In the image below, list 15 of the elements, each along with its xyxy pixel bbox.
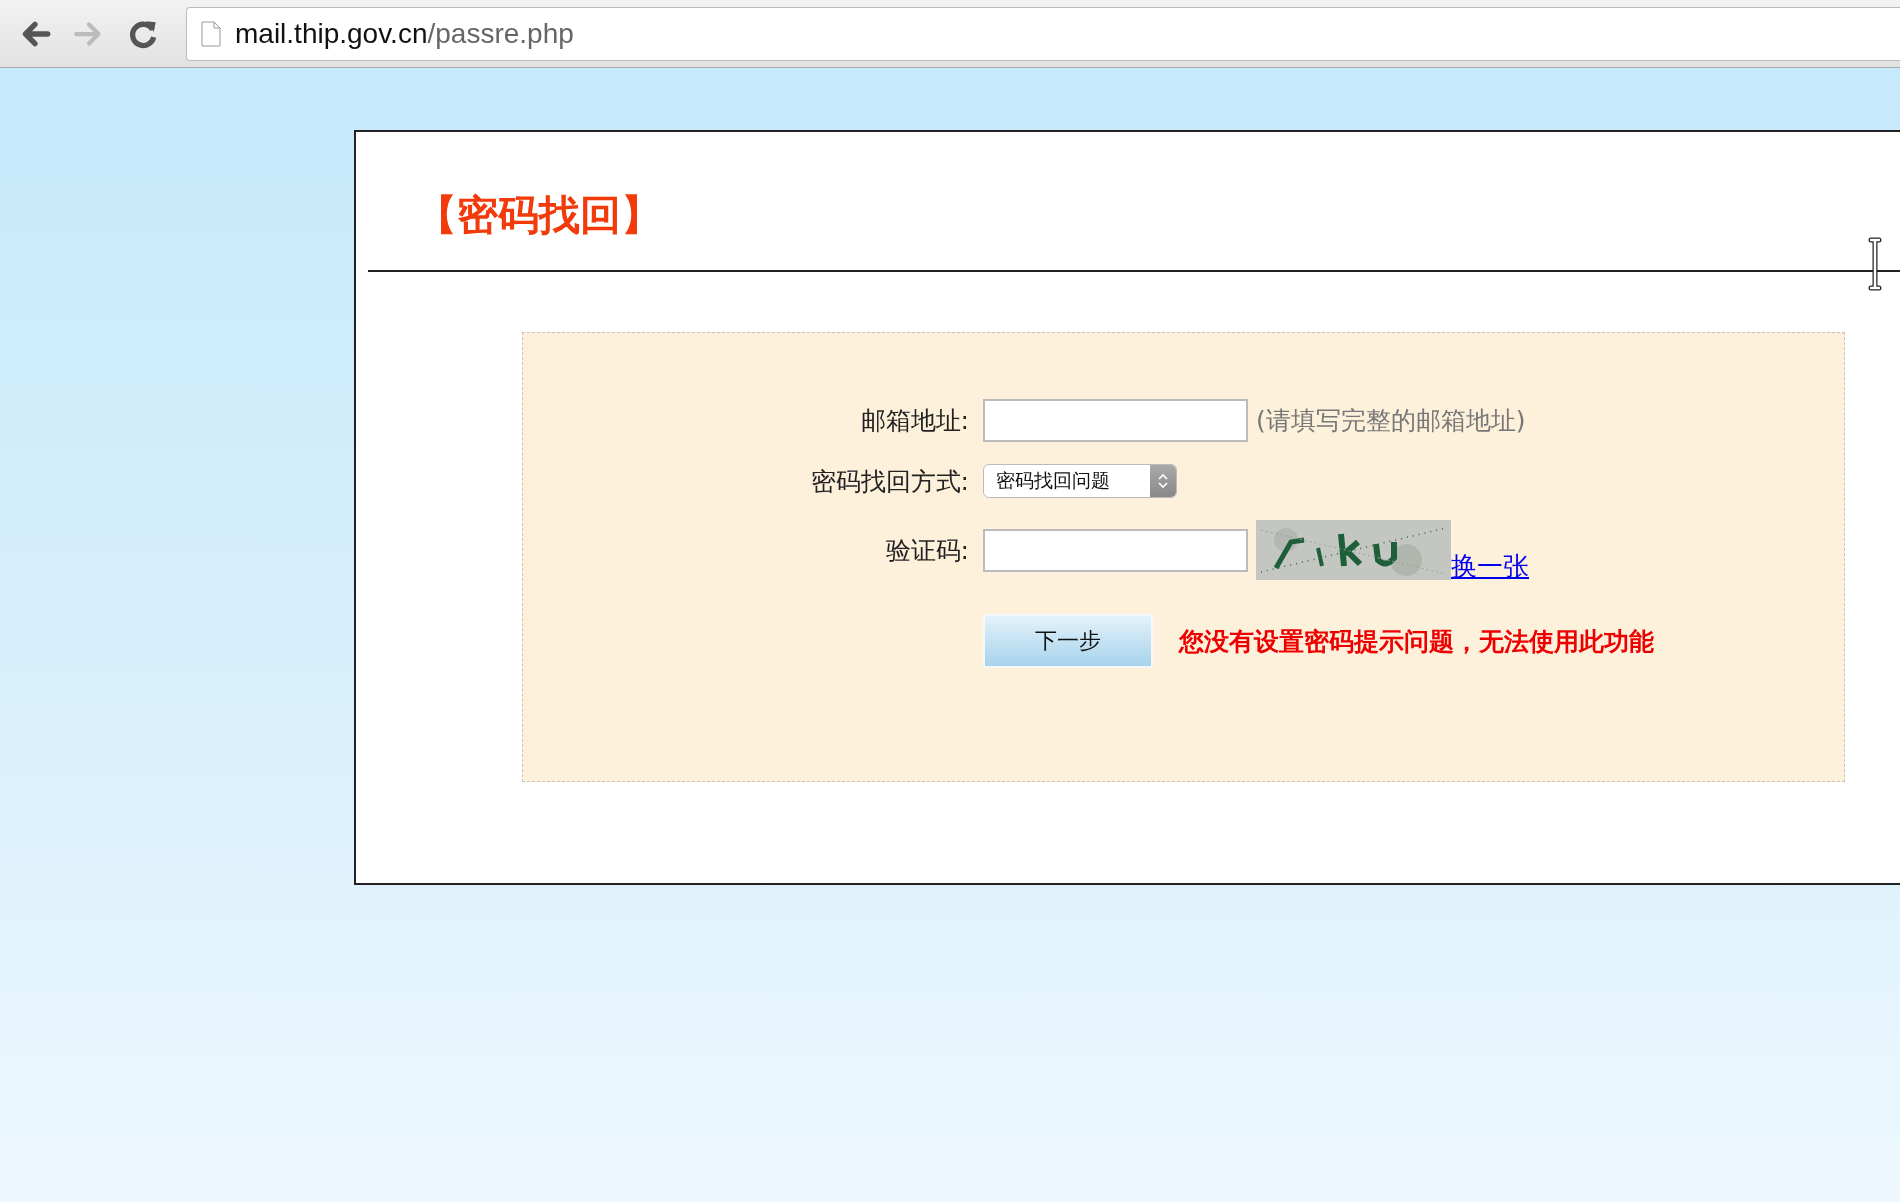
url-text: mail.thip.gov.cn/passre.php: [235, 17, 574, 50]
field-label: 邮箱地址:: [859, 405, 970, 437]
error-message: 您没有设置密码提示问题，无法使用此功能: [1179, 625, 1654, 658]
address-bar[interactable]: mail.thip.gov.cn/passre.php: [186, 6, 1900, 61]
field-label: 密码找回方式:: [809, 465, 970, 498]
field-label: 验证码:: [884, 534, 970, 567]
page-title: 【密码找回】: [416, 190, 663, 240]
email-field[interactable]: [983, 399, 1248, 442]
field-hint: (请填写完整的邮箱地址): [1256, 405, 1526, 437]
captcha-field[interactable]: [983, 528, 1248, 572]
next-button[interactable]: 下一步: [983, 614, 1153, 668]
refresh-captcha-link[interactable]: 换一张: [1451, 549, 1529, 584]
page-icon: [201, 20, 221, 47]
chevron-icon: [1157, 471, 1169, 491]
method-dropdown[interactable]: 密码找回问题: [983, 464, 1177, 498]
